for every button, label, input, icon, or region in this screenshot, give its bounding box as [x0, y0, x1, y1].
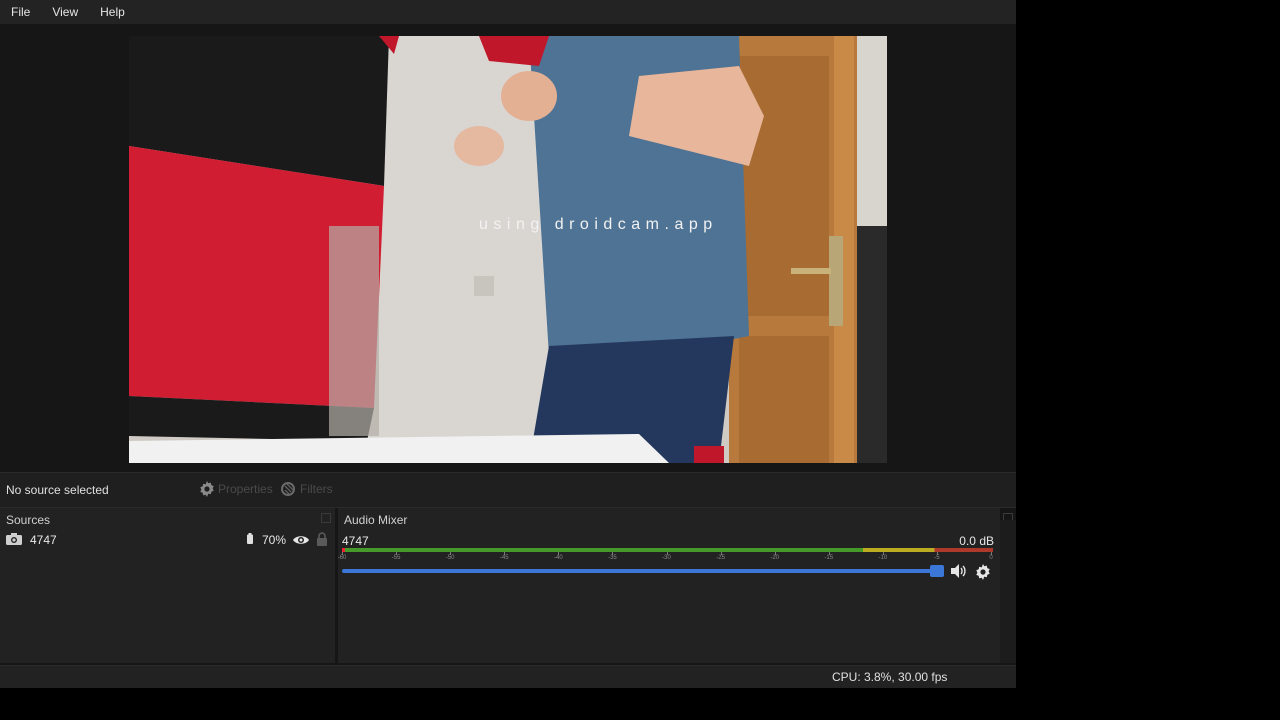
meter-tick-label: -10	[878, 555, 888, 561]
lock-icon[interactable]	[316, 532, 328, 546]
properties-button[interactable]: Properties	[199, 481, 273, 497]
channel-level: 0.0 dB	[959, 534, 994, 548]
watermark-text: using droidcam.app	[479, 216, 718, 233]
menu-view[interactable]: View	[41, 5, 89, 19]
filter-icon	[281, 481, 297, 497]
meter-tick-label: -25	[716, 555, 725, 561]
video-preview[interactable]: using droidcam.app	[129, 36, 887, 463]
source-toolbar: No source selected Properties Filters	[0, 472, 1016, 508]
obs-window: File View Help using droidcam.app No sou…	[0, 0, 1016, 688]
meter-tick-label: -5	[934, 555, 940, 561]
battery-percent: 70%	[262, 533, 287, 547]
mixer-scrollbar[interactable]	[1000, 520, 1016, 663]
volume-slider-track[interactable]	[342, 569, 940, 573]
speaker-icon[interactable]	[951, 564, 967, 578]
meter-tick-label: -50	[445, 555, 455, 561]
meter-tick-label: -35	[608, 555, 617, 561]
meter-tick-label: -40	[553, 555, 563, 561]
meter-tick-label: -45	[499, 555, 509, 561]
source-item[interactable]: 4747 70%	[0, 532, 335, 548]
properties-label: Properties	[218, 482, 273, 496]
preview-area: using droidcam.app	[0, 24, 1016, 472]
channel-name: 4747	[342, 534, 369, 548]
source-name: 4747	[30, 533, 57, 547]
selection-status: No source selected	[6, 483, 109, 497]
camera-icon	[6, 533, 22, 545]
menu-file[interactable]: File	[0, 5, 41, 19]
sources-dock: Sources 4747 70%	[0, 508, 335, 663]
meter-tick-label: -55	[391, 555, 401, 561]
mixer-title: Audio Mixer	[344, 513, 408, 527]
meter-ticks: -60 -55 -50 -45 -40 -35 -30 -25 -20 -15 -10 -5 0	[338, 552, 993, 564]
camera-feed-image	[129, 36, 887, 463]
cpu-fps-status: CPU: 3.8%, 30.00 fps	[832, 670, 948, 684]
meter-tick-label: -30	[662, 555, 671, 561]
volume-slider-thumb[interactable]	[930, 565, 944, 577]
meter-tick-label: -60	[337, 555, 347, 561]
meter-tick-label: 0	[989, 555, 993, 561]
gear-icon[interactable]	[975, 564, 991, 580]
eye-icon[interactable]	[293, 534, 309, 544]
status-bar: CPU: 3.8%, 30.00 fps	[0, 665, 1016, 688]
filters-button[interactable]: Filters	[281, 481, 333, 497]
gear-icon	[199, 481, 215, 497]
battery-icon	[247, 533, 253, 544]
dock-float-icon[interactable]	[321, 513, 331, 523]
meter-tick-label: -15	[824, 555, 834, 561]
audio-mixer-dock: Audio Mixer 4747 0.0 dB -60 -55 -50 -45 -40-…	[338, 508, 1013, 663]
menu-help[interactable]: Help	[89, 5, 136, 19]
menu-bar: File View Help	[0, 0, 1016, 24]
sources-title: Sources	[6, 513, 51, 527]
meter-tick-label: -20	[770, 555, 779, 561]
filters-label: Filters	[300, 482, 333, 496]
